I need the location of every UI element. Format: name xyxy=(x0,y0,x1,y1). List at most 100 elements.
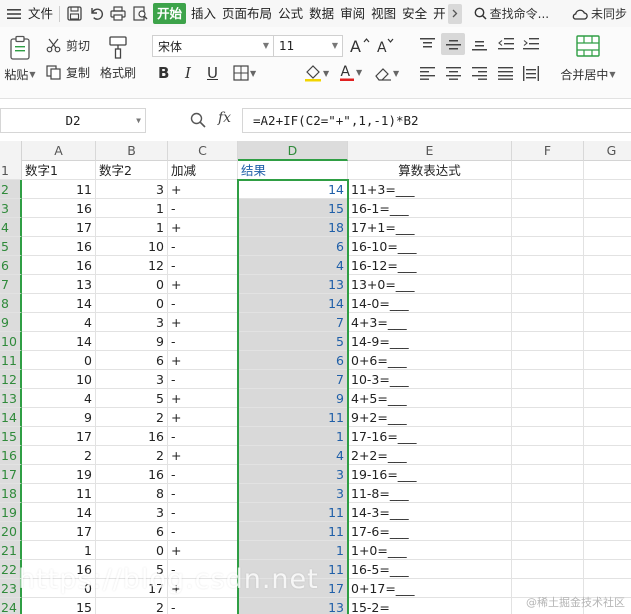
cell[interactable] xyxy=(512,161,584,180)
cell-d[interactable]: 14 xyxy=(238,180,348,199)
tab-data[interactable]: 数据 xyxy=(306,0,337,27)
sync-status[interactable]: 未同步 xyxy=(571,5,631,22)
cell-d[interactable]: 11 xyxy=(238,503,348,522)
cell-d[interactable]: 13 xyxy=(238,275,348,294)
name-box[interactable]: D2 ▼ xyxy=(0,108,146,133)
cell-a[interactable]: 10 xyxy=(22,370,96,389)
cell-a[interactable]: 17 xyxy=(22,427,96,446)
bold-button[interactable]: B xyxy=(158,64,169,82)
row-header[interactable]: 7 xyxy=(0,275,22,294)
cell[interactable] xyxy=(512,503,584,522)
cell[interactable] xyxy=(584,180,631,199)
cell[interactable] xyxy=(584,294,631,313)
cell-d[interactable]: 7 xyxy=(238,370,348,389)
cell-e[interactable]: 16-1=___ xyxy=(348,199,512,218)
cell[interactable] xyxy=(512,218,584,237)
cell[interactable] xyxy=(584,484,631,503)
undo-history-icon[interactable] xyxy=(88,6,104,22)
cell[interactable] xyxy=(512,256,584,275)
cell[interactable] xyxy=(584,370,631,389)
cell-e[interactable]: 16-10=___ xyxy=(348,237,512,256)
cell-a[interactable]: 0 xyxy=(22,579,96,598)
cell-a[interactable]: 16 xyxy=(22,237,96,256)
cell-e[interactable]: 17+1=___ xyxy=(348,218,512,237)
select-all-corner[interactable] xyxy=(0,141,22,161)
cell-d[interactable]: 6 xyxy=(238,351,348,370)
font-size-select[interactable]: 11 ▼ xyxy=(273,35,343,57)
cell[interactable] xyxy=(584,218,631,237)
cell-c[interactable]: - xyxy=(168,199,238,218)
cell-c[interactable]: + xyxy=(168,541,238,560)
cell-a[interactable]: 9 xyxy=(22,408,96,427)
cell-e[interactable]: 15-2=___ xyxy=(348,598,512,614)
header-cell[interactable]: 数字1 xyxy=(22,161,96,180)
cell-b[interactable]: 12 xyxy=(96,256,168,275)
cell-a[interactable]: 4 xyxy=(22,313,96,332)
cell[interactable] xyxy=(584,465,631,484)
cell[interactable] xyxy=(512,294,584,313)
cell-c[interactable]: + xyxy=(168,579,238,598)
cell[interactable] xyxy=(512,332,584,351)
cell-a[interactable]: 15 xyxy=(22,598,96,614)
cell-c[interactable]: - xyxy=(168,256,238,275)
tab-review[interactable]: 审阅 xyxy=(337,0,368,27)
row-header[interactable]: 21 xyxy=(0,541,22,560)
cell-b[interactable]: 3 xyxy=(96,180,168,199)
row-header[interactable]: 22 xyxy=(0,560,22,579)
cell-e[interactable]: 0+17=___ xyxy=(348,579,512,598)
distributed-align-button[interactable] xyxy=(523,66,539,81)
cell[interactable] xyxy=(584,256,631,275)
row-header[interactable]: 3 xyxy=(0,199,22,218)
cell[interactable] xyxy=(512,541,584,560)
align-middle-button[interactable] xyxy=(441,33,465,55)
cell-a[interactable]: 13 xyxy=(22,275,96,294)
copy-button[interactable]: 复制 xyxy=(46,64,90,81)
more-tabs-button[interactable] xyxy=(447,3,462,24)
justify-button[interactable] xyxy=(498,67,513,80)
tab-developer[interactable]: 开 xyxy=(430,0,446,27)
increase-font-button[interactable]: A xyxy=(350,36,370,54)
print-preview-icon[interactable] xyxy=(132,6,148,22)
italic-button[interactable]: I xyxy=(185,64,191,82)
row-header[interactable]: 5 xyxy=(0,237,22,256)
cell-e[interactable]: 16-5=___ xyxy=(348,560,512,579)
clear-format-button[interactable]: ▼ xyxy=(374,65,399,81)
menu-file[interactable]: 文件 xyxy=(25,0,56,27)
cell-a[interactable]: 16 xyxy=(22,256,96,275)
row-header[interactable]: 1 xyxy=(0,161,22,180)
cell[interactable] xyxy=(512,427,584,446)
row-header[interactable]: 4 xyxy=(0,218,22,237)
cell-a[interactable]: 11 xyxy=(22,484,96,503)
row-header[interactable]: 9 xyxy=(0,313,22,332)
cell-a[interactable]: 19 xyxy=(22,465,96,484)
cell-b[interactable]: 6 xyxy=(96,522,168,541)
column-header-g[interactable]: G xyxy=(584,141,631,161)
cut-button[interactable]: 剪切 xyxy=(46,37,90,54)
row-header[interactable]: 24 xyxy=(0,598,22,614)
row-header[interactable]: 8 xyxy=(0,294,22,313)
row-header[interactable]: 14 xyxy=(0,408,22,427)
row-header[interactable]: 15 xyxy=(0,427,22,446)
cell-e[interactable]: 17-6=___ xyxy=(348,522,512,541)
cell-e[interactable]: 14-3=___ xyxy=(348,503,512,522)
column-header-f[interactable]: F xyxy=(512,141,584,161)
cell-d[interactable]: 5 xyxy=(238,332,348,351)
cell[interactable] xyxy=(512,313,584,332)
cell-c[interactable]: + xyxy=(168,408,238,427)
row-header[interactable]: 23 xyxy=(0,579,22,598)
paste-button[interactable]: 粘贴 ▼ xyxy=(3,35,37,83)
cell-c[interactable]: + xyxy=(168,389,238,408)
cell[interactable] xyxy=(584,503,631,522)
cell[interactable] xyxy=(512,180,584,199)
cell-a[interactable]: 17 xyxy=(22,218,96,237)
row-header[interactable]: 6 xyxy=(0,256,22,275)
cell-c[interactable]: + xyxy=(168,218,238,237)
tab-view[interactable]: 视图 xyxy=(368,0,399,27)
cell-b[interactable]: 16 xyxy=(96,427,168,446)
tab-insert[interactable]: 插入 xyxy=(188,0,219,27)
row-header[interactable]: 11 xyxy=(0,351,22,370)
cell-c[interactable]: - xyxy=(168,237,238,256)
decrease-font-button[interactable]: A xyxy=(377,36,395,54)
cell[interactable] xyxy=(512,484,584,503)
column-header-e[interactable]: E xyxy=(348,141,512,161)
